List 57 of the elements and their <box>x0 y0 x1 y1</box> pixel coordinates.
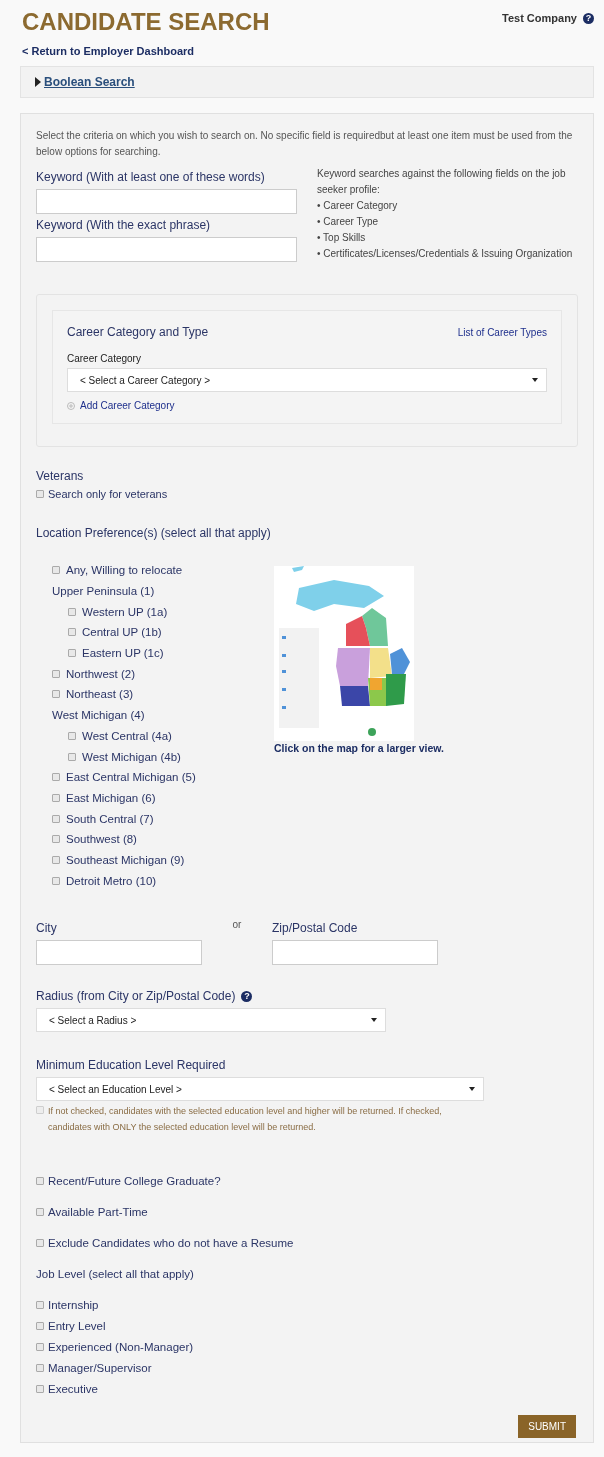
add-category-link[interactable]: Add Career Category <box>80 400 175 411</box>
boolean-search-link[interactable]: Boolean Search <box>44 75 135 89</box>
or-text: or <box>231 919 243 930</box>
back-link[interactable]: < Return to Employer Dashboard <box>22 45 195 57</box>
checkbox-label: West Michigan (4b) <box>82 750 181 763</box>
checkbox-label: South Central (7) <box>66 812 154 825</box>
checkbox-label: East Central Michigan (5) <box>66 771 196 784</box>
checkbox-label: Internship <box>48 1298 99 1311</box>
checkbox-label: Search only for veterans <box>48 488 168 500</box>
field-list-item: • Career Category <box>317 199 399 213</box>
field-label: Zip/Postal Code <box>272 921 359 935</box>
checkbox-label: Entry Level <box>48 1319 106 1332</box>
checkbox-label: Available Part-Time <box>48 1206 148 1218</box>
checkbox-label: Northwest (2) <box>66 667 136 680</box>
checkbox-label: Southwest (8) <box>66 833 137 846</box>
help-icon[interactable]: ? <box>583 12 594 24</box>
field-list-item: • Career Type <box>317 215 380 229</box>
checkbox-label: West Central (4a) <box>82 729 172 742</box>
checkbox-label: East Michigan (6) <box>66 791 156 804</box>
page-title: CANDIDATE SEARCH <box>22 8 270 36</box>
checkbox-label: Central UP (1b) <box>82 626 162 639</box>
note-text: If not checked, candidates with the selected education level and higher will be returned. If checked, candidates with ONLY the selected education level will be returned. <box>48 1105 443 1134</box>
field-list-item: • Top Skills <box>317 231 367 245</box>
group-label: West Michigan (4) <box>52 709 145 722</box>
field-label: Keyword (With at least one of these words) <box>36 170 266 184</box>
company-name: Test Company <box>502 12 577 24</box>
checkbox-label: Southeast Michigan (9) <box>66 853 185 866</box>
field-label: Radius (from City or Zip/Postal Code) <box>36 989 236 1003</box>
group-label: Upper Peninsula (1) <box>52 585 155 598</box>
submit-button[interactable]: SUBMIT <box>518 1415 576 1438</box>
field-label: City <box>36 921 58 935</box>
checkbox-label: Eastern UP (1c) <box>82 647 164 660</box>
career-types-link[interactable]: List of Career Types <box>457 326 547 338</box>
help-icon[interactable]: ? <box>241 991 253 1002</box>
checkbox-label: Northeast (3) <box>66 688 134 701</box>
intro-text: Select the criteria on which you wish to search on. No specific field is requiredbut at least one item must be used from the below options for searching. <box>36 129 574 159</box>
checkbox-label: Western UP (1a) <box>82 605 168 618</box>
field-label: Keyword (With the exact phrase) <box>36 218 212 232</box>
section-title: Career Category and Type <box>67 325 209 339</box>
career-category-select[interactable]: < Select a Career Category > <box>67 368 547 392</box>
checkbox-label: Exclude Candidates who do not have a Resume <box>48 1237 294 1249</box>
field-label: Career Category <box>67 353 142 364</box>
field-list-item: • Certificates/Licenses/Credentials & Issuing Organization <box>317 247 574 261</box>
help-text: Keyword searches against the following fields on the job seeker profile: <box>317 167 567 197</box>
checkbox-label: Any, Willing to relocate <box>66 564 183 577</box>
section-title: Veterans <box>36 469 85 483</box>
map-caption: Click on the map for a larger view. <box>274 742 444 754</box>
checkbox-label: Experienced (Non-Manager) <box>48 1340 194 1353</box>
section-title: Location Preference(s) (select all that apply) <box>36 526 272 540</box>
field-label: Minimum Education Level Required <box>36 1058 227 1072</box>
checkbox-label: Recent/Future College Graduate? <box>48 1175 221 1187</box>
education-select[interactable]: < Select an Education Level > <box>36 1077 484 1101</box>
checkbox-label: Manager/Supervisor <box>48 1361 152 1374</box>
checkbox-label: Executive <box>48 1382 98 1395</box>
section-title: Job Level (select all that apply) <box>36 1268 195 1280</box>
radius-select[interactable]: < Select a Radius > <box>36 1008 386 1032</box>
checkbox-label: Detroit Metro (10) <box>66 874 157 887</box>
